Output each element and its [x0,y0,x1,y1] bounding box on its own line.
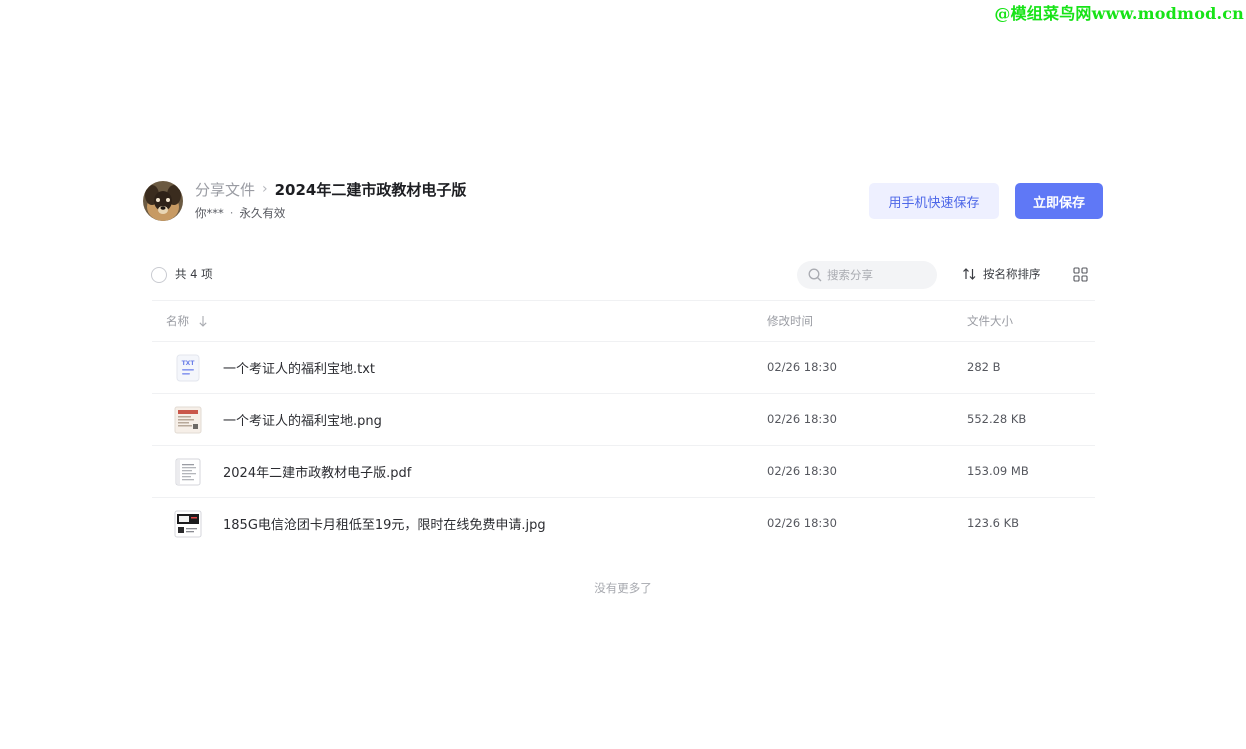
sort-label: 按名称排序 [983,267,1041,281]
no-more-text: 没有更多了 [594,581,652,595]
image-thumbnail-icon [174,406,202,434]
file-size: 153.09 MB [967,464,1029,478]
breadcrumb-root[interactable]: 分享文件 [195,179,255,200]
breadcrumb-separator: › [262,181,268,197]
breadcrumb: 分享文件 › 2024年二建市政教材电子版 [195,178,466,200]
file-name[interactable]: 2024年二建市政教材电子版.pdf [223,462,411,481]
txt-file-icon: TXT [174,354,202,382]
save-now-button[interactable]: 立即保存 [1015,183,1103,219]
table-row[interactable]: 一个考证人的福利宝地.png 02/26 18:30 552.28 KB [152,394,1095,446]
avatar [143,181,183,221]
sort-icon [963,268,976,280]
share-meta: 你*** · 永久有效 [195,205,285,221]
file-modified: 02/26 18:30 [767,360,837,374]
table-row[interactable]: TXT 一个考证人的福利宝地.txt 02/26 18:30 282 B [152,342,1095,394]
sort-down-arrow-icon [199,316,207,327]
phone-save-button[interactable]: 用手机快速保存 [869,183,999,219]
jpg-thumbnail-icon [174,510,202,538]
file-size: 282 B [967,360,1001,374]
file-table: 名称 修改时间 文件大小 TXT 一个考证人的福利宝地.txt 02/26 18… [152,300,1095,549]
column-size-header[interactable]: 文件大小 [967,313,1013,329]
sharer-name: 你*** [195,206,224,220]
watermark: @模组菜鸟网www.modmod.cn [994,4,1244,23]
svg-text:TXT: TXT [182,360,196,367]
table-row[interactable]: 2024年二建市政教材电子版.pdf 02/26 18:30 153.09 MB [152,446,1095,498]
meta-separator: · [229,206,234,220]
validity-text: 永久有效 [239,206,286,220]
item-count: 共 4 项 [175,267,213,281]
select-all-checkbox[interactable] [151,267,167,283]
column-modified-header[interactable]: 修改时间 [767,313,813,329]
file-name[interactable]: 185G电信沧团卡月租低至19元，限时在线免费申请.jpg [223,514,546,533]
file-modified: 02/26 18:30 [767,516,837,530]
file-size: 123.6 KB [967,516,1020,530]
file-modified: 02/26 18:30 [767,412,837,426]
table-row[interactable]: 185G电信沧团卡月租低至19元，限时在线免费申请.jpg 02/26 18:3… [152,498,1095,549]
search-placeholder: 搜索分享 [827,268,873,282]
column-name-label: 名称 [166,314,189,328]
search-input[interactable]: 搜索分享 [797,261,937,289]
table-header: 名称 修改时间 文件大小 [152,300,1095,342]
file-size: 552.28 KB [967,412,1027,426]
grid-view-icon [1073,267,1088,282]
search-icon [808,268,822,282]
pdf-thumbnail-icon [174,458,202,486]
column-size-label: 文件大小 [967,314,1013,328]
file-name[interactable]: 一个考证人的福利宝地.txt [223,358,375,377]
page-title: 2024年二建市政教材电子版 [274,180,467,199]
grid-view-toggle[interactable] [1073,267,1088,286]
file-name[interactable]: 一个考证人的福利宝地.png [223,410,382,429]
file-modified: 02/26 18:30 [767,464,837,478]
sort-button[interactable]: 按名称排序 [962,266,1041,282]
column-modified-label: 修改时间 [767,314,813,328]
column-name-header[interactable]: 名称 [166,313,208,329]
